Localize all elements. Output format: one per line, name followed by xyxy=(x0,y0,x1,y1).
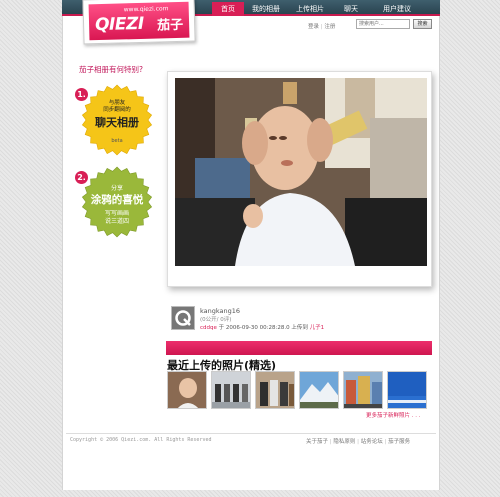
nav-chat[interactable]: 聊天 xyxy=(332,2,370,16)
album-link[interactable]: 儿子1 xyxy=(310,325,325,331)
register-link[interactable]: 注册 xyxy=(324,24,335,30)
user-avatar[interactable] xyxy=(171,306,195,330)
photo-user-stats: (0公开/ 0评) xyxy=(200,317,232,323)
recent-thumb-6[interactable] xyxy=(387,371,427,409)
copyright-text: Copyright © 2006 Qiezi.com. All Rights R… xyxy=(70,437,212,443)
feature1-title: 聊天相册 xyxy=(95,116,139,129)
logo-background: www.qiezi.com QIEZI 茄子 xyxy=(88,1,190,41)
feature2-line4: 说三道四 xyxy=(104,218,129,225)
recent-thumb-1[interactable] xyxy=(167,371,207,409)
recent-section-bar xyxy=(166,341,432,355)
link-separator: | xyxy=(320,24,323,30)
logo-wordmark: QIEZI xyxy=(94,13,144,36)
uploader-link[interactable]: cddqe xyxy=(200,325,217,331)
nav-feedback[interactable]: 用户建议 xyxy=(370,2,424,16)
logo-url: www.qiezi.com xyxy=(123,5,169,14)
recent-thumb-4[interactable] xyxy=(299,371,339,409)
footer-divider xyxy=(66,433,436,434)
footer-link-forum[interactable]: 站务论坛 xyxy=(361,439,383,445)
search-input[interactable] xyxy=(356,19,410,29)
thumb-image-6 xyxy=(388,372,426,408)
featured-photo[interactable] xyxy=(175,78,427,266)
thumb-image-4 xyxy=(300,372,338,408)
feature2-title: 涂鸦的喜悦 xyxy=(90,194,144,206)
account-links: 登录 | 注册 xyxy=(308,22,335,30)
footer-separator: | xyxy=(384,439,387,445)
login-link[interactable]: 登录 xyxy=(308,24,319,30)
upload-action1: 于 xyxy=(218,325,225,331)
footer-link-service[interactable]: 茄子服务 xyxy=(388,439,410,445)
thumb-image-3 xyxy=(256,372,294,408)
search-button[interactable]: 搜索 xyxy=(413,19,432,29)
nav-my-album[interactable]: 我的相册 xyxy=(244,2,288,16)
feature1-line2: 同步翻阅的 xyxy=(103,107,131,113)
recent-thumb-3[interactable] xyxy=(255,371,295,409)
thumb-image-2 xyxy=(212,372,250,408)
thumb-image-5 xyxy=(344,372,382,408)
footer-links: 关于茄子 | 隐私原则 | 站务论坛 | 茄子服务 xyxy=(306,437,410,445)
footer-separator: | xyxy=(329,439,332,445)
nav-upload[interactable]: 上传相片 xyxy=(288,2,332,16)
footer-link-privacy[interactable]: 隐私原则 xyxy=(333,439,355,445)
photo-upload-info: cddqe 于 2006-09-30 00:28:28.0 上传到 儿子1 xyxy=(200,323,324,331)
thumb-image-1 xyxy=(168,372,206,408)
feature2-line1: 分享 xyxy=(110,185,123,192)
logo-chinese: 茄子 xyxy=(156,17,184,34)
more-photos-link[interactable]: 更多茄子新鲜照片 . . . xyxy=(366,411,421,419)
upload-action2: 上传到 xyxy=(291,325,308,331)
site-logo[interactable]: www.qiezi.com QIEZI 茄子 xyxy=(82,0,196,45)
chat-album-badge[interactable]: 与朋友 同步翻阅的 聊天相册 beta xyxy=(81,84,153,156)
doodle-badge[interactable]: 分享 涂鸦的喜悦 写写画画 说三道四 xyxy=(81,166,153,238)
qiezi-avatar-icon xyxy=(172,307,194,329)
recent-thumb-2[interactable] xyxy=(211,371,251,409)
footer-link-about[interactable]: 关于茄子 xyxy=(306,439,328,445)
feature1-beta-tag: beta xyxy=(111,138,123,144)
main-nav: 首页 我的相册 上传相片 聊天 用户建议 xyxy=(212,2,424,16)
nav-home[interactable]: 首页 xyxy=(212,2,244,16)
photo-username[interactable]: kangkang16 xyxy=(200,307,240,315)
recent-thumb-5[interactable] xyxy=(343,371,383,409)
feature-question: 茄子相册有何特别? xyxy=(79,65,143,74)
upload-time: 2006-09-30 00:28:28.0 xyxy=(225,325,290,331)
footer-separator: | xyxy=(357,439,359,445)
